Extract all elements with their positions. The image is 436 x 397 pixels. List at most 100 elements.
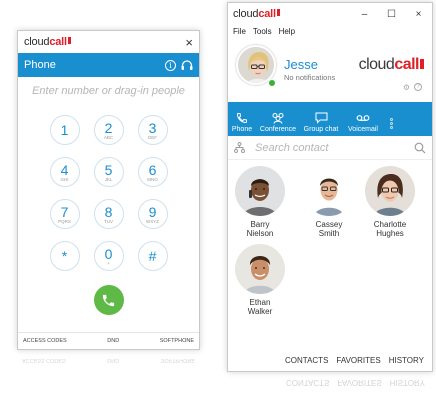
softphone-button[interactable]: SOFTPHONE bbox=[160, 338, 194, 344]
key-4[interactable]: 4 GHI bbox=[49, 157, 80, 187]
key-3[interactable]: 3 DEF bbox=[137, 115, 168, 145]
contact-first-name: Charlotte bbox=[373, 220, 407, 229]
key-6[interactable]: 6 MNO bbox=[137, 157, 168, 187]
nav-label: Voicemail bbox=[348, 126, 378, 133]
nav-label: Group chat bbox=[303, 126, 339, 133]
call-button[interactable] bbox=[93, 285, 124, 315]
phone-footer: ACCESS CODES DND SOFTPHONE bbox=[18, 332, 199, 349]
reflection-text: SOFTPHONE bbox=[160, 357, 195, 363]
main-logo: cloudcall bbox=[359, 56, 424, 74]
contact-card[interactable]: Charlotte Hughes bbox=[360, 166, 420, 238]
logo-prefix: cloud bbox=[233, 8, 259, 20]
search-contact-input[interactable] bbox=[255, 141, 414, 154]
tab-favorites[interactable]: FAVORITES bbox=[336, 356, 380, 365]
key-5[interactable]: 5 JKL bbox=[93, 157, 124, 187]
profile-name[interactable]: Jesse bbox=[284, 57, 318, 72]
phone-footer-reflection: ACCESS CODES DND SOFTPHONE bbox=[17, 353, 200, 367]
phone-header: Phone i bbox=[18, 53, 199, 77]
key-hash[interactable]: # bbox=[137, 241, 168, 271]
contact-last-name: Nielson bbox=[246, 229, 274, 238]
contact-avatar bbox=[235, 244, 285, 294]
headset-icon[interactable] bbox=[181, 59, 193, 71]
menu-help[interactable]: Help bbox=[279, 27, 295, 36]
search-icon[interactable] bbox=[414, 142, 426, 154]
phone-titlebar: cloudcall × bbox=[18, 31, 199, 53]
logo-brand: call bbox=[49, 36, 67, 48]
presence-status-dot bbox=[268, 79, 276, 87]
phone-header-title: Phone bbox=[24, 59, 56, 71]
info-icon[interactable]: i bbox=[165, 59, 176, 71]
main-footer-tabs: CONTACTS FAVORITES HISTORY bbox=[228, 349, 432, 371]
key-2[interactable]: 2 ABC bbox=[93, 115, 124, 145]
conference-icon bbox=[272, 113, 284, 124]
menu-bar: File Tools Help bbox=[228, 25, 432, 37]
logo-prefix: cloud bbox=[24, 36, 50, 48]
phone-close-button[interactable]: × bbox=[185, 36, 193, 49]
main-window: cloudcall – ☐ × File Tools Help Jesse No… bbox=[227, 2, 433, 372]
phone-icon bbox=[236, 113, 247, 124]
key-0[interactable]: 0 + bbox=[93, 241, 124, 271]
org-chart-icon[interactable] bbox=[234, 142, 245, 153]
help-icon[interactable]: ? bbox=[414, 83, 422, 91]
tab-history[interactable]: HISTORY bbox=[389, 356, 424, 365]
contact-card[interactable]: Cassey Smith bbox=[299, 166, 359, 238]
nav-more-icon[interactable] bbox=[384, 118, 398, 133]
maximize-button[interactable]: ☐ bbox=[378, 9, 405, 20]
menu-tools[interactable]: Tools bbox=[253, 27, 272, 36]
contact-avatar bbox=[235, 166, 285, 216]
profile-panel: Jesse No notifications cloudcall ⚙ ? bbox=[228, 37, 432, 102]
phone-logo: cloudcall bbox=[24, 36, 71, 48]
nav-group-chat[interactable]: Group chat bbox=[300, 112, 342, 133]
reflection-text: CONTACTS bbox=[286, 378, 330, 388]
nav-phone[interactable]: Phone bbox=[228, 112, 256, 133]
logo-brand: call bbox=[258, 8, 276, 20]
contact-search-bar bbox=[228, 136, 432, 160]
logo-mark-icon bbox=[276, 9, 280, 16]
access-codes-button[interactable]: ACCESS CODES bbox=[23, 338, 67, 344]
key-star[interactable]: * bbox=[49, 241, 80, 271]
contact-avatar bbox=[304, 166, 354, 216]
menu-file[interactable]: File bbox=[233, 27, 246, 36]
desktop-stage: cloudcall × Phone i 1 2ABC 3DEF 4GHI 5JK… bbox=[0, 0, 436, 397]
phone-handset-icon bbox=[102, 294, 115, 306]
tab-contacts[interactable]: CONTACTS bbox=[285, 356, 328, 365]
phone-window: cloudcall × Phone i 1 2ABC 3DEF 4GHI 5JK… bbox=[17, 30, 200, 350]
key-1[interactable]: 1 bbox=[49, 115, 80, 145]
reflection-text: FAVORITES bbox=[337, 378, 382, 388]
contact-card[interactable]: Barry Nielson bbox=[230, 166, 290, 238]
voicemail-icon bbox=[356, 115, 370, 121]
contact-card[interactable]: Ethan Walker bbox=[230, 244, 290, 316]
contact-grid: Barry Nielson Cassey Smith Charlotte Hughes… bbox=[228, 160, 432, 330]
close-button[interactable]: × bbox=[405, 9, 432, 20]
contact-first-name: Barry bbox=[250, 220, 270, 229]
reflection-text: ACCESS CODES bbox=[22, 357, 66, 363]
settings-gear-icon[interactable]: ⚙ bbox=[403, 83, 410, 92]
dnd-button[interactable]: DND bbox=[107, 338, 119, 344]
logo-mark-icon bbox=[67, 37, 71, 44]
nav-label: Phone bbox=[231, 126, 253, 133]
contact-first-name: Ethan bbox=[249, 298, 271, 307]
main-titlebar: cloudcall – ☐ × bbox=[228, 3, 432, 25]
minimize-button[interactable]: – bbox=[351, 9, 378, 20]
key-9[interactable]: 9 WXYZ bbox=[137, 199, 168, 229]
nav-label: Conference bbox=[259, 126, 297, 133]
logo-mark-icon bbox=[420, 59, 424, 69]
key-8[interactable]: 8 TUV bbox=[93, 199, 124, 229]
contact-first-name: Cassey bbox=[315, 220, 343, 229]
chat-icon bbox=[315, 112, 327, 124]
contact-avatar bbox=[365, 166, 415, 216]
contact-last-name: Hughes bbox=[376, 229, 404, 238]
profile-status: No notifications bbox=[284, 73, 336, 82]
dial-keypad: 1 2 ABC 3 DEF 4 GHI 5 JKL 6 MNO 7 PQRS 8 TUV 9W… bbox=[18, 115, 199, 271]
reflection-text: DND bbox=[107, 357, 120, 363]
key-7[interactable]: 7 PQRS bbox=[49, 199, 80, 229]
nav-conference[interactable]: Conference bbox=[256, 112, 300, 133]
dial-number-input[interactable] bbox=[18, 85, 199, 97]
main-titlebar-logo: cloudcall bbox=[233, 8, 280, 20]
logo-brand: call bbox=[394, 56, 419, 73]
contact-last-name: Walker bbox=[247, 307, 273, 316]
nav-voicemail[interactable]: Voicemail bbox=[342, 112, 384, 133]
main-nav-bar: Phone Conference Group chat Voicemail bbox=[228, 102, 432, 136]
contact-last-name: Smith bbox=[318, 229, 340, 238]
reflection-text: HISTORY bbox=[389, 378, 425, 388]
